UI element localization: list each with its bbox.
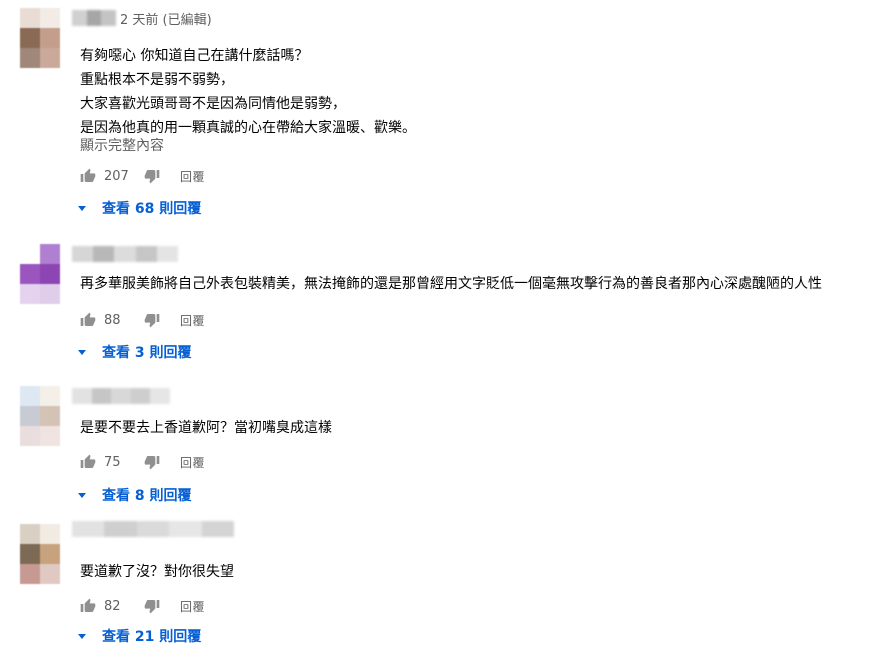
author-name-pixel [135, 246, 157, 262]
avatar-pixel [40, 386, 60, 406]
comment-timestamp[interactable]: 2 天前 (已編輯) [120, 9, 212, 28]
avatar[interactable] [20, 524, 60, 584]
author-name[interactable] [72, 521, 235, 547]
view-replies-label: 查看 68 則回覆 [102, 201, 202, 217]
comment-text-line: 再多華服美飾將自己外表包裝精美，無法掩飾的還是那曾經用文字貶低一個毫無攻擊行為的… [80, 276, 822, 292]
author-name-pixel [130, 388, 151, 404]
comment-actions: 88 回覆 [80, 308, 205, 332]
comment-actions: 82 回覆 [80, 594, 205, 618]
reply-button[interactable]: 回覆 [180, 312, 205, 329]
chevron-down-icon [78, 349, 86, 355]
avatar-pixel [40, 544, 60, 564]
comment-text: 要道歉了沒？對你很失望 [80, 560, 234, 584]
author-name-pixel [104, 521, 137, 537]
avatar-pixel [40, 284, 60, 304]
view-replies-button[interactable]: 查看 68 則回覆 [78, 196, 201, 220]
avatar-pixel [20, 524, 40, 544]
thumbs-down-icon[interactable] [144, 168, 160, 184]
author-name-pixel [101, 10, 117, 26]
like-count: 207 [104, 168, 129, 184]
author-name-pixel [169, 521, 202, 537]
comment-text-line: 大家喜歡光頭哥哥不是因為同情他是弱勢， [80, 96, 346, 112]
avatar-pixel [20, 564, 40, 584]
view-replies-label: 查看 8 則回覆 [102, 488, 192, 504]
view-replies-button[interactable]: 查看 3 則回覆 [78, 340, 192, 364]
avatar-pixel [40, 426, 60, 446]
avatar-pixel [20, 406, 40, 426]
author-name-pixel [72, 521, 105, 537]
avatar-pixel [40, 264, 60, 284]
comment-actions: 207 回覆 [80, 164, 205, 188]
author-name-pixel [72, 246, 94, 262]
reply-button[interactable]: 回覆 [180, 454, 205, 471]
thumbs-up-icon[interactable] [80, 598, 96, 614]
view-replies-button[interactable]: 查看 8 則回覆 [78, 483, 192, 507]
avatar-pixel [40, 28, 60, 48]
avatar-pixel [20, 48, 40, 68]
author-name-pixel [156, 246, 179, 262]
avatar-pixel [20, 544, 40, 564]
reply-button[interactable]: 回覆 [180, 168, 205, 185]
view-replies-button[interactable]: 查看 21 則回覆 [78, 624, 201, 648]
like-count: 88 [104, 312, 121, 328]
avatar-pixel [20, 264, 40, 284]
chevron-down-icon [78, 633, 86, 639]
avatar-pixel [40, 406, 60, 426]
author-name-pixel [86, 10, 102, 26]
comment-text: 有夠噁心 你知道自己在講什麼話嗎？ 重點根本不是弱不弱勢， 大家喜歡光頭哥哥不是… [80, 44, 416, 138]
like-count: 75 [104, 454, 121, 470]
comment-text: 再多華服美飾將自己外表包裝精美，無法掩飾的還是那曾經用文字貶低一個毫無攻擊行為的… [80, 272, 822, 296]
show-more-link[interactable]: 顯示完整內容 [80, 135, 164, 155]
avatar-pixel [20, 426, 40, 446]
author-name-pixel [72, 388, 92, 404]
avatar[interactable] [20, 244, 60, 304]
thumbs-up-icon[interactable] [80, 168, 96, 184]
comment-header: 2 天前 (已編輯) [72, 8, 212, 28]
like-count: 82 [104, 598, 121, 614]
avatar-pixel [40, 564, 60, 584]
author-name[interactable] [72, 246, 179, 262]
avatar-pixel [40, 8, 60, 28]
comment-header [72, 244, 179, 264]
avatar-pixel [40, 48, 60, 68]
avatar[interactable] [20, 8, 60, 68]
avatar-pixel [40, 244, 60, 264]
comment-actions: 75 回覆 [80, 450, 205, 474]
thumbs-down-icon[interactable] [144, 454, 160, 470]
thumbs-up-icon[interactable] [80, 454, 96, 470]
thumbs-down-icon[interactable] [144, 598, 160, 614]
author-name-pixel [91, 388, 112, 404]
chevron-down-icon [78, 205, 86, 211]
avatar-pixel [20, 284, 40, 304]
author-name-pixel [72, 10, 87, 26]
author-name-pixel [93, 246, 115, 262]
avatar[interactable] [20, 386, 60, 446]
comment-text-line: 有夠噁心 你知道自己在講什麼話嗎？ [80, 48, 309, 64]
author-name-pixel [111, 388, 131, 404]
author-name-pixel [150, 388, 170, 404]
reply-button[interactable]: 回覆 [180, 598, 205, 615]
comment-text: 是要不要去上香道歉阿？當初嘴臭成這樣 [80, 416, 332, 440]
chevron-down-icon [78, 492, 86, 498]
thumbs-down-icon[interactable] [144, 312, 160, 328]
comment-header [72, 386, 170, 406]
avatar-pixel [20, 28, 40, 48]
view-replies-label: 查看 21 則回覆 [102, 629, 202, 645]
author-name[interactable] [72, 388, 170, 404]
thumbs-up-icon[interactable] [80, 312, 96, 328]
comment-text-line: 重點根本不是弱不弱勢， [80, 72, 234, 88]
avatar-pixel [40, 524, 60, 544]
comment-text-line: 要道歉了沒？對你很失望 [80, 564, 234, 580]
author-name[interactable] [72, 10, 117, 26]
view-replies-label: 查看 3 則回覆 [102, 345, 192, 361]
author-name-pixel [114, 246, 136, 262]
author-name-pixel [136, 521, 170, 537]
avatar-pixel [20, 244, 40, 264]
avatar-pixel [20, 386, 40, 406]
comment-header [72, 521, 235, 547]
author-name-pixel [201, 521, 235, 537]
avatar-pixel [20, 8, 40, 28]
comment-text-line: 是要不要去上香道歉阿？當初嘴臭成這樣 [80, 420, 332, 436]
